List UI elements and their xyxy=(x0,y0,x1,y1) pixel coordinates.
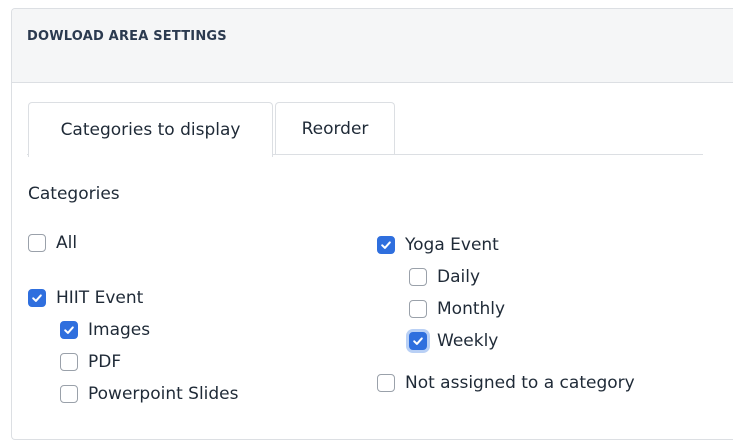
panel-header xyxy=(12,9,733,83)
tab-reorder[interactable]: Reorder xyxy=(275,102,395,155)
checkbox-weekly[interactable]: Weekly xyxy=(409,331,498,351)
checkbox-not-assigned-box[interactable] xyxy=(377,374,395,392)
checkbox-images[interactable]: Images xyxy=(60,320,150,340)
checkmark-icon xyxy=(413,337,423,345)
checkbox-not-assigned[interactable]: Not assigned to a category xyxy=(377,373,635,393)
checkbox-images-box[interactable] xyxy=(60,321,78,339)
tab-label: Reorder xyxy=(301,119,369,139)
checkbox-label: All xyxy=(56,233,78,253)
checkbox-all[interactable]: All xyxy=(28,233,77,253)
checkbox-label: PDF xyxy=(88,352,122,372)
checkbox-label: Yoga Event xyxy=(405,235,499,255)
checkmark-icon xyxy=(32,294,42,302)
checkbox-label: HIIT Event xyxy=(56,288,144,308)
checkbox-label: Images xyxy=(88,320,151,340)
checkbox-monthly[interactable]: Monthly xyxy=(409,299,505,319)
panel-title: DOWLOAD AREA SETTINGS xyxy=(27,29,227,44)
tab-categories-to-display[interactable]: Categories to display xyxy=(28,102,273,157)
checkbox-label: Powerpoint Slides xyxy=(88,384,239,404)
checkbox-label: Daily xyxy=(437,267,481,287)
checkbox-powerpoint-slides-box[interactable] xyxy=(60,385,78,403)
checkbox-daily[interactable]: Daily xyxy=(409,267,480,287)
checkbox-powerpoint-slides[interactable]: Powerpoint Slides xyxy=(60,384,239,404)
tab-label: Categories to display xyxy=(60,120,241,140)
checkbox-weekly-box[interactable] xyxy=(409,332,427,350)
checkbox-label: Monthly xyxy=(437,299,506,319)
checkbox-monthly-box[interactable] xyxy=(409,300,427,318)
checkbox-hiit-event-box[interactable] xyxy=(28,289,46,307)
checkbox-hiit-event[interactable]: HIIT Event xyxy=(28,288,143,308)
checkbox-yoga-event-box[interactable] xyxy=(377,236,395,254)
checkbox-all-box[interactable] xyxy=(28,234,46,252)
checkbox-label: Not assigned to a category xyxy=(405,373,635,393)
checkbox-label: Weekly xyxy=(437,331,499,351)
checkmark-icon xyxy=(381,241,391,249)
categories-label: Categories xyxy=(28,184,120,204)
checkbox-daily-box[interactable] xyxy=(409,268,427,286)
checkbox-yoga-event[interactable]: Yoga Event xyxy=(377,235,499,255)
checkbox-pdf-box[interactable] xyxy=(60,353,78,371)
checkbox-pdf[interactable]: PDF xyxy=(60,352,121,372)
checkmark-icon xyxy=(64,326,74,334)
